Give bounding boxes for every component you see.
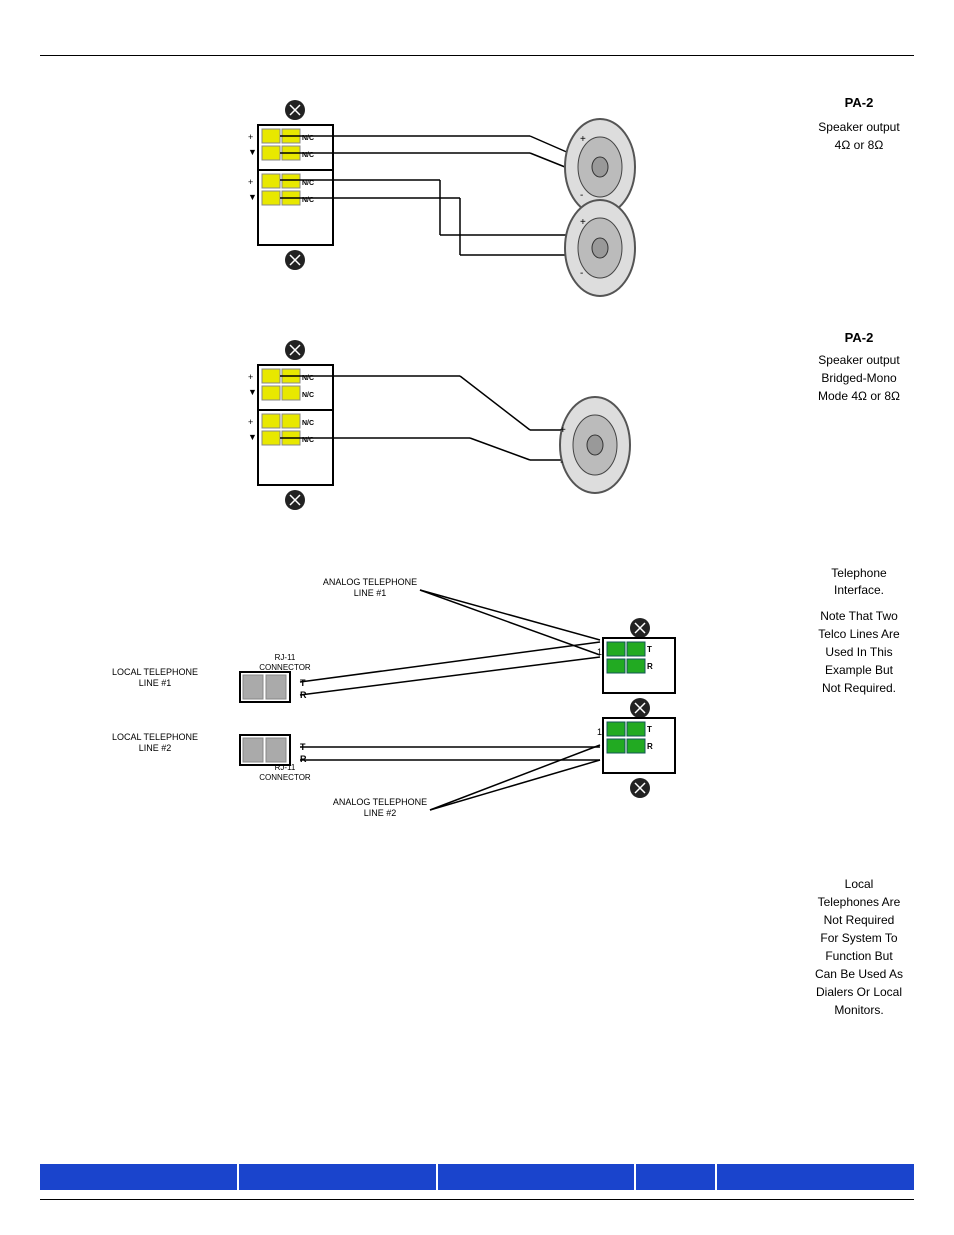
svg-text:▼: ▼ — [248, 192, 257, 202]
svg-text:ANALOG TELEPHONE: ANALOG TELEPHONE — [323, 577, 417, 587]
svg-text:+: + — [580, 134, 586, 145]
svg-text:▼: ▼ — [248, 432, 257, 442]
svg-text:N/C: N/C — [302, 180, 314, 187]
svg-text:LOCAL TELEPHONE: LOCAL TELEPHONE — [112, 732, 198, 742]
svg-text:R: R — [647, 742, 653, 751]
main-content: N/C N/C N/C N/C + ▼ + ▼ — [40, 70, 914, 1185]
section3-svg: ANALOG TELEPHONE LINE #1 LOCAL TELEPHONE… — [40, 560, 790, 870]
section3-title: Telephone Interface. — [814, 565, 904, 599]
svg-text:▼: ▼ — [248, 387, 257, 397]
svg-text:RJ-11: RJ-11 — [275, 653, 296, 662]
section1-diagram: N/C N/C N/C N/C + ▼ + ▼ — [40, 80, 914, 300]
section1-desc: Speaker output 4Ω or 8Ω — [814, 118, 904, 154]
footer-cell-1 — [40, 1164, 239, 1190]
svg-text:+: + — [248, 132, 253, 142]
section1-label: PA-2 Speaker output 4Ω or 8Ω — [814, 95, 904, 154]
bottom-rule — [40, 1199, 914, 1200]
footer-cell-4 — [636, 1164, 717, 1190]
section4-note: Local Telephones Are Not Required For Sy… — [814, 875, 904, 1019]
svg-text:-: - — [580, 190, 583, 201]
svg-text:LINE #1: LINE #1 — [354, 588, 387, 598]
svg-text:R: R — [647, 662, 653, 671]
svg-text:+: + — [248, 177, 253, 187]
svg-text:LINE #1: LINE #1 — [139, 678, 172, 688]
svg-text:LOCAL TELEPHONE: LOCAL TELEPHONE — [112, 667, 198, 677]
svg-text:LINE #2: LINE #2 — [139, 743, 172, 753]
section3-diagram: ANALOG TELEPHONE LINE #1 LOCAL TELEPHONE… — [40, 560, 914, 870]
svg-text:+: + — [560, 425, 566, 436]
svg-text:T: T — [300, 678, 306, 688]
svg-text:-: - — [560, 457, 563, 468]
section2-title: PA-2 — [814, 330, 904, 345]
svg-text:CONNECTOR: CONNECTOR — [259, 663, 311, 672]
svg-text:CONNECTOR: CONNECTOR — [259, 773, 311, 782]
svg-text:N/C: N/C — [302, 420, 314, 427]
svg-text:1: 1 — [597, 647, 602, 657]
svg-text:▼: ▼ — [248, 147, 257, 157]
section4: Local Telephones Are Not Required For Sy… — [40, 875, 914, 1005]
svg-text:1: 1 — [597, 727, 602, 737]
svg-text:+: + — [580, 217, 586, 228]
section3-label: Telephone Interface. Note That Two Telco… — [814, 565, 904, 697]
section2-diagram: N/C N/C N/C N/C + ▼ + ▼ — [40, 320, 914, 540]
svg-text:LINE #2: LINE #2 — [364, 808, 397, 818]
footer-cell-5 — [717, 1164, 914, 1190]
svg-text:R: R — [300, 754, 307, 764]
section2-svg: N/C N/C N/C N/C + ▼ + ▼ — [40, 320, 790, 540]
section3-note: Note That Two Telco Lines Are Used In Th… — [814, 607, 904, 697]
svg-text:-: - — [580, 268, 583, 279]
section2-label: PA-2 Speaker output Bridged-Mono Mode 4Ω… — [814, 330, 904, 405]
svg-text:+: + — [248, 372, 253, 382]
footer-bar — [40, 1164, 914, 1190]
section1-title: PA-2 — [814, 95, 904, 110]
footer-cell-3 — [438, 1164, 637, 1190]
svg-text:N/C: N/C — [302, 392, 314, 399]
section1-svg: N/C N/C N/C N/C + ▼ + ▼ — [40, 80, 790, 300]
svg-text:ANALOG TELEPHONE: ANALOG TELEPHONE — [333, 797, 427, 807]
svg-text:T: T — [647, 645, 652, 654]
footer-cell-2 — [239, 1164, 438, 1190]
top-rule — [40, 55, 914, 56]
section2-desc: Speaker output Bridged-Mono Mode 4Ω or 8… — [814, 351, 904, 405]
svg-text:T: T — [647, 725, 652, 734]
svg-text:+: + — [248, 417, 253, 427]
